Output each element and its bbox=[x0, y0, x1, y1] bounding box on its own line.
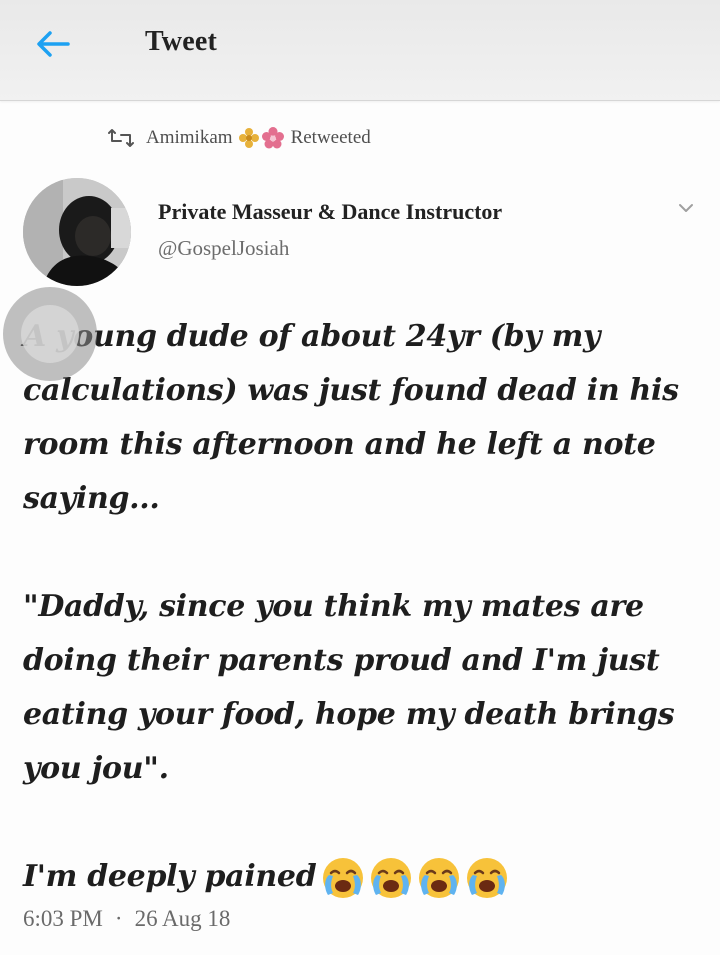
tweet-timestamp: 6:03 PM · 26 Aug 18 bbox=[23, 906, 230, 932]
top-app-bar: Tweet bbox=[0, 0, 720, 101]
tweet-closing-line: I'm deeply pained bbox=[23, 850, 703, 904]
back-arrow-icon bbox=[37, 31, 70, 57]
tweet-menu-button[interactable] bbox=[671, 193, 701, 223]
tweet-paragraph: I'm deeply pained bbox=[23, 859, 317, 894]
retweet-context[interactable]: Amimikam Retweeted bbox=[108, 124, 371, 152]
author-display-name[interactable]: Private Masseur & Dance Instructor bbox=[158, 199, 502, 225]
chevron-down-icon bbox=[679, 204, 693, 212]
loudly-crying-face-icon bbox=[419, 858, 460, 898]
retweeted-label: Retweeted bbox=[290, 127, 371, 148]
tweet-time: 6:03 PM bbox=[23, 906, 103, 931]
emoji-row bbox=[318, 855, 510, 901]
touch-ripple bbox=[3, 287, 97, 381]
loudly-crying-face-icon bbox=[323, 858, 364, 898]
tweet-date: 26 Aug 18 bbox=[134, 906, 231, 931]
loudly-crying-face-icon bbox=[467, 858, 508, 898]
loudly-crying-face-icon bbox=[371, 858, 412, 898]
tweet-text: A young dude of about 24yr (by my calcul… bbox=[23, 310, 703, 904]
author-avatar[interactable] bbox=[23, 178, 131, 286]
author-handle[interactable]: @GospelJosiah bbox=[158, 236, 289, 261]
tweet-paragraph: "Daddy, since you think my mates are doi… bbox=[23, 589, 675, 786]
back-button[interactable] bbox=[30, 26, 74, 62]
page-title: Tweet bbox=[145, 26, 217, 57]
cherry-blossom-icon bbox=[261, 127, 284, 149]
avatar-photo bbox=[23, 178, 131, 286]
tweet-paragraph: A young dude of about 24yr (by my calcul… bbox=[23, 319, 679, 516]
timestamp-separator: · bbox=[114, 906, 123, 931]
sparkle-flower-icon bbox=[238, 128, 259, 148]
touch-ripple-center bbox=[21, 305, 79, 363]
retweeter-name: Amimikam bbox=[146, 127, 233, 148]
retweet-icon bbox=[108, 129, 134, 147]
